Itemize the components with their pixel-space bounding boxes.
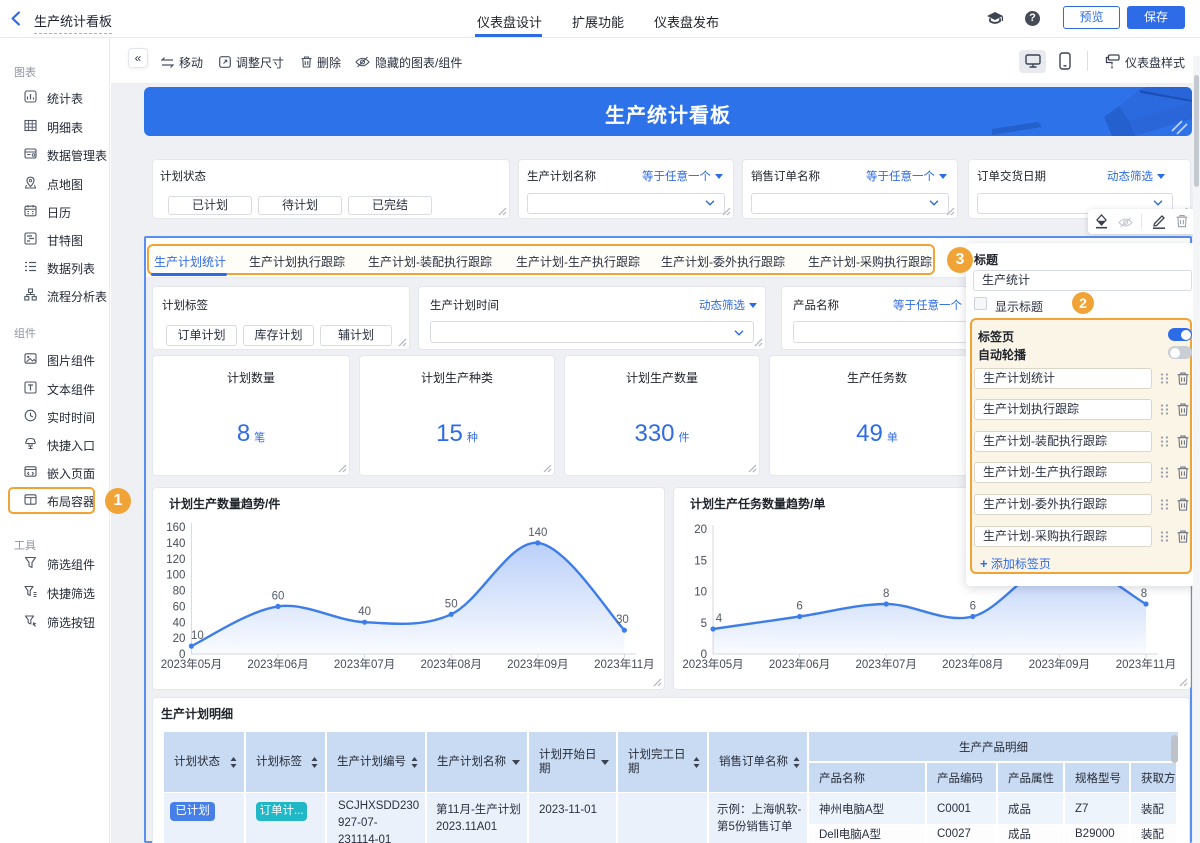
svg-text:2023年07月: 2023年07月	[856, 657, 917, 671]
svg-text:2023年05月: 2023年05月	[161, 657, 222, 671]
svg-text:10: 10	[191, 630, 204, 642]
svg-text:140: 140	[528, 527, 547, 539]
svg-text:40: 40	[173, 617, 186, 629]
svg-text:140: 140	[166, 538, 185, 550]
svg-text:2023年05月: 2023年05月	[682, 657, 743, 671]
svg-text:30: 30	[616, 614, 629, 626]
svg-text:2023年11月: 2023年11月	[594, 657, 655, 671]
svg-text:6: 6	[970, 601, 976, 613]
svg-text:20: 20	[173, 633, 186, 645]
svg-text:2023年09月: 2023年09月	[507, 657, 568, 671]
svg-text:4: 4	[716, 613, 723, 625]
svg-text:50: 50	[445, 598, 458, 610]
svg-text:40: 40	[358, 606, 371, 618]
svg-text:100: 100	[166, 570, 185, 582]
svg-text:10: 10	[694, 587, 707, 599]
svg-text:60: 60	[272, 590, 285, 602]
svg-text:2023年07月: 2023年07月	[334, 657, 395, 671]
svg-text:6: 6	[796, 601, 802, 613]
svg-text:5: 5	[701, 618, 707, 630]
svg-text:2023年06月: 2023年06月	[247, 657, 308, 671]
svg-text:2023年06月: 2023年06月	[769, 657, 830, 671]
svg-text:20: 20	[694, 524, 707, 536]
svg-text:8: 8	[883, 588, 889, 600]
svg-text:8: 8	[1141, 588, 1147, 600]
svg-text:2023年08月: 2023年08月	[421, 657, 482, 671]
svg-text:15: 15	[694, 555, 707, 567]
svg-text:120: 120	[166, 554, 185, 566]
svg-text:80: 80	[173, 586, 186, 598]
svg-text:160: 160	[166, 522, 185, 534]
svg-text:2023年08月: 2023年08月	[942, 657, 1003, 671]
svg-text:2023年11月: 2023年11月	[1116, 657, 1177, 671]
svg-text:2023年09月: 2023年09月	[1029, 657, 1090, 671]
svg-text:60: 60	[173, 601, 186, 613]
